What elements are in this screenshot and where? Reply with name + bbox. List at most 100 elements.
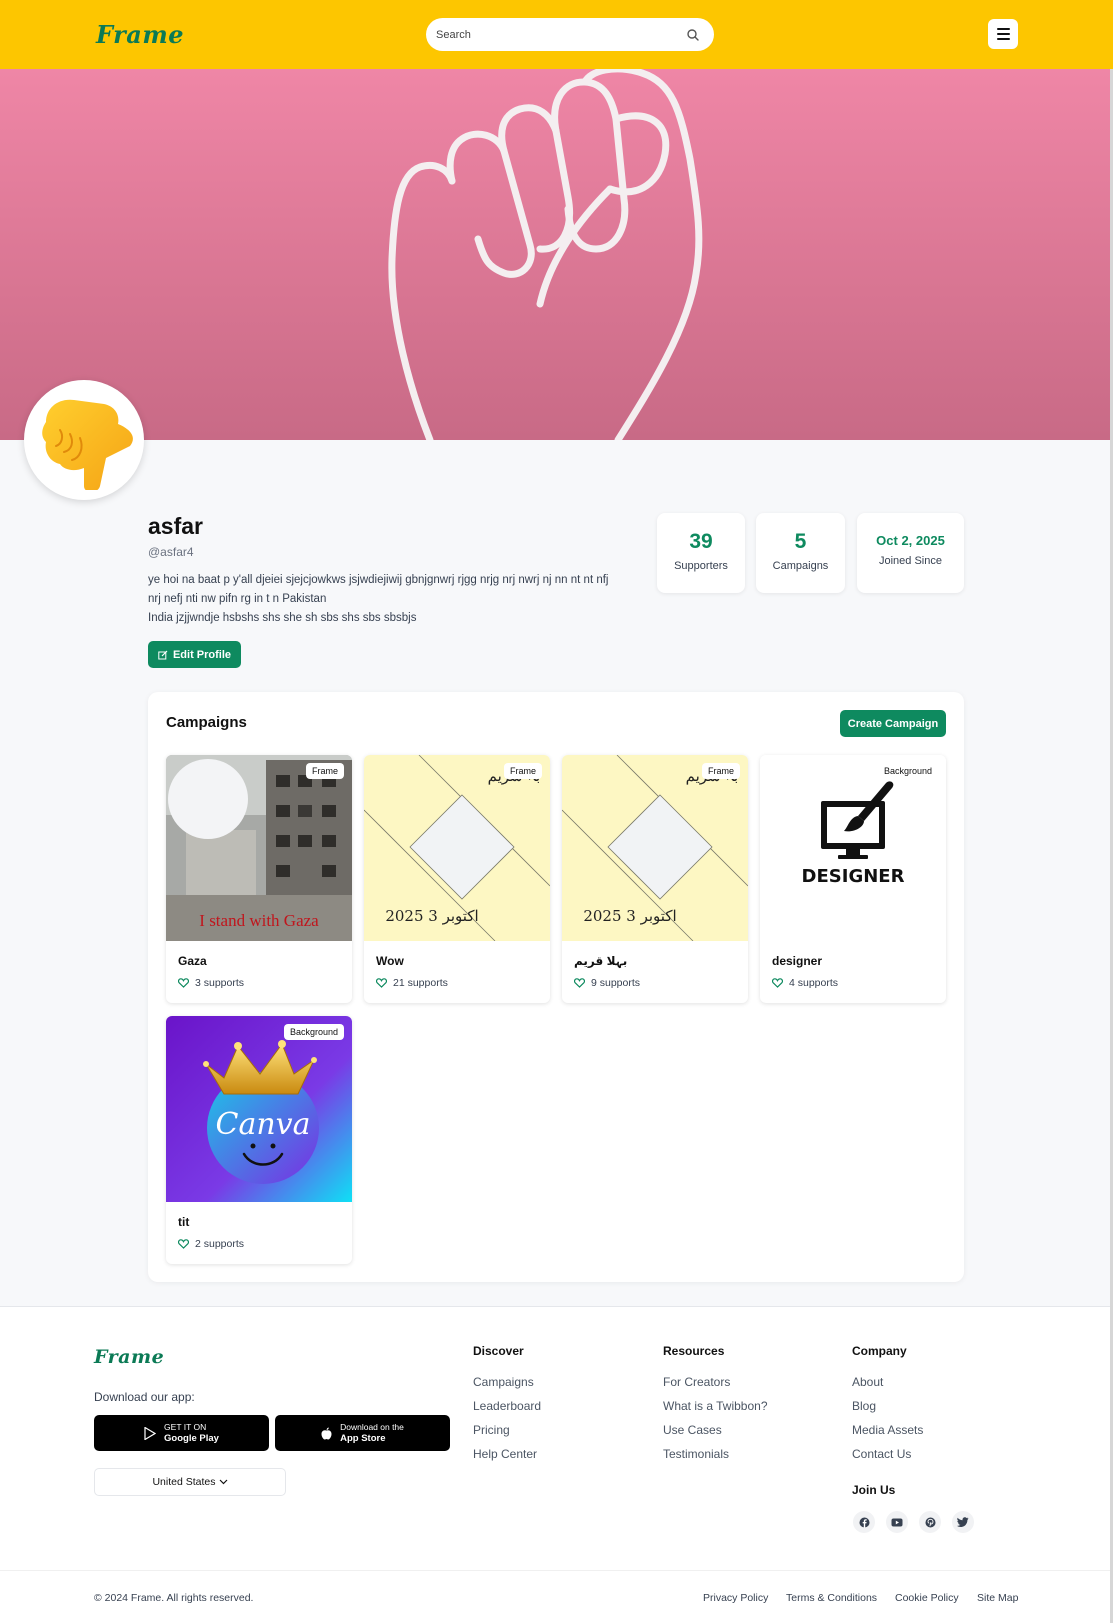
google-play-button[interactable]: GET IT ON Google Play xyxy=(94,1415,269,1451)
campaign-supports: 9 supports xyxy=(574,977,640,989)
designer-image-text: DESIGNER xyxy=(802,866,905,887)
campaign-thumbnail[interactable]: Canva xyxy=(166,1016,352,1202)
frame-date-text: 2025 3 اکتوبر xyxy=(385,907,478,925)
campaign-card[interactable]: DESIGNER Background designer 4 supports xyxy=(760,755,946,1003)
campaign-name: designer xyxy=(772,954,823,968)
campaign-type-badge: Background xyxy=(877,763,938,779)
edit-profile-label: Edit Profile xyxy=(172,648,232,661)
campaign-supports: 21 supports xyxy=(376,977,448,989)
youtube-icon[interactable] xyxy=(886,1511,908,1533)
campaign-card[interactable]: I stand with Gaza Frame Gaza 3 supports xyxy=(166,755,352,1003)
country-selector[interactable]: United States xyxy=(94,1468,286,1496)
campaign-supports: 2 supports xyxy=(178,1238,244,1250)
heart-icon xyxy=(178,1239,189,1249)
footer-link-media-assets[interactable]: Media Assets xyxy=(852,1423,923,1437)
footer-link-what-is-twibbon[interactable]: What is a Twibbon? xyxy=(663,1399,768,1413)
heart-icon xyxy=(376,978,387,988)
footer-site-map-link[interactable]: Site Map xyxy=(977,1592,1018,1604)
supports-count: 2 supports xyxy=(195,1238,245,1250)
campaign-supports: 3 supports xyxy=(178,977,244,989)
footer-join-heading: Join Us xyxy=(852,1483,896,1497)
bio-line: ye hoi na baat p y'all djeiei sjejcjowkw… xyxy=(148,574,609,586)
footer-cookie-policy-link[interactable]: Cookie Policy xyxy=(895,1592,959,1604)
facebook-icon[interactable] xyxy=(853,1511,875,1533)
footer-terms-link[interactable]: Terms & Conditions xyxy=(786,1592,877,1604)
profile-name: asfar xyxy=(148,513,203,539)
footer-link-pricing[interactable]: Pricing xyxy=(473,1423,510,1437)
stat-joined: Oct 2, 2025 Joined Since xyxy=(857,513,964,593)
twitter-icon[interactable] xyxy=(952,1511,974,1533)
campaigns-title: Campaigns xyxy=(166,714,247,731)
edit-profile-button[interactable]: Edit Profile xyxy=(148,641,241,668)
footer-link-campaigns[interactable]: Campaigns xyxy=(473,1375,534,1389)
create-campaign-button[interactable]: Create Campaign xyxy=(840,710,946,737)
footer-company-heading: Company xyxy=(852,1344,907,1358)
footer-link-for-creators[interactable]: For Creators xyxy=(663,1375,730,1389)
menu-icon-line xyxy=(996,28,1010,30)
designer-image: DESIGNER xyxy=(760,755,946,941)
profile-bio: ye hoi na baat p y'all djeiei sjejcjowkw… xyxy=(148,571,638,628)
stat-label: Supporters xyxy=(674,560,728,572)
store-big-text: Google Play xyxy=(164,1433,219,1444)
campaign-thumbnail[interactable]: DESIGNER xyxy=(760,755,946,941)
stat-value: Oct 2, 2025 xyxy=(876,533,945,548)
footer-privacy-policy-link[interactable]: Privacy Policy xyxy=(703,1592,768,1604)
supports-count: 9 supports xyxy=(591,977,641,989)
heart-icon xyxy=(574,978,585,988)
edit-icon xyxy=(158,650,168,659)
profile-avatar[interactable] xyxy=(24,380,144,500)
footer-logo[interactable]: Frame xyxy=(94,1346,164,1368)
supports-count: 3 supports xyxy=(195,977,245,989)
campaign-thumbnail[interactable]: I stand with Gaza xyxy=(166,755,352,941)
play-store-icon xyxy=(144,1426,157,1440)
profile-banner xyxy=(0,69,1113,440)
campaign-name: بہلا قریم xyxy=(574,954,628,968)
search-input[interactable] xyxy=(436,28,686,41)
campaign-card[interactable]: بہ شریم 2025 3 اکتوبر Frame Wow 21 suppo… xyxy=(364,755,550,1003)
campaign-card[interactable]: بہ شریم 2025 3 اکتوبر Frame بہلا قریم 9 … xyxy=(562,755,748,1003)
campaign-name: Gaza xyxy=(178,954,207,968)
hamburger-menu-button[interactable] xyxy=(988,19,1018,49)
campaign-type-badge: Frame xyxy=(503,763,542,779)
campaign-type-badge: Frame xyxy=(305,763,344,779)
download-app-label: Download our app: xyxy=(94,1390,195,1404)
footer-discover-heading: Discover xyxy=(473,1344,524,1358)
campaign-card[interactable]: Canva Background tit 2 supports xyxy=(166,1016,352,1264)
store-small-text: GET IT ON xyxy=(164,1422,207,1432)
bio-line: India jzjjwndje hsbshs shs she sh sbs sh… xyxy=(148,612,417,624)
campaign-thumbnail[interactable]: بہ شریم 2025 3 اکتوبر xyxy=(562,755,748,941)
frame-date-text: 2025 3 اکتوبر xyxy=(583,907,676,925)
campaign-name: tit xyxy=(178,1215,190,1229)
footer-link-about[interactable]: About xyxy=(852,1375,883,1389)
stat-value: 5 xyxy=(794,530,807,553)
footer-link-use-cases[interactable]: Use Cases xyxy=(663,1423,722,1437)
supports-count: 4 supports xyxy=(789,977,839,989)
campaign-type-badge: Frame xyxy=(701,763,740,779)
app-store-button[interactable]: Download on the App Store xyxy=(275,1415,450,1451)
campaign-type-badge: Background xyxy=(283,1024,344,1040)
campaign-name: Wow xyxy=(376,954,404,968)
header-logo[interactable]: Frame xyxy=(96,20,184,49)
pinterest-icon[interactable] xyxy=(919,1511,941,1533)
menu-icon-line xyxy=(996,38,1010,40)
campaign-thumbnail[interactable]: بہ شریم 2025 3 اکتوبر xyxy=(364,755,550,941)
store-small-text: Download on the xyxy=(340,1422,404,1432)
footer-link-testimonials[interactable]: Testimonials xyxy=(663,1447,729,1461)
frame-preview: بہ شریم 2025 3 اکتوبر xyxy=(364,755,550,941)
footer-link-contact-us[interactable]: Contact Us xyxy=(852,1447,911,1461)
search-icon[interactable] xyxy=(686,28,700,42)
footer-link-help-center[interactable]: Help Center xyxy=(473,1447,537,1461)
frame-preview: بہ شریم 2025 3 اکتوبر xyxy=(562,755,748,941)
country-selected-value: United States xyxy=(152,1476,216,1488)
search-bar[interactable] xyxy=(426,18,714,51)
copyright-text: © 2024 Frame. All rights reserved. xyxy=(94,1592,254,1604)
gaza-photo: I stand with Gaza xyxy=(166,755,352,941)
footer-resources-heading: Resources xyxy=(663,1344,725,1358)
stat-supporters: 39 Supporters xyxy=(657,513,745,593)
stat-campaigns: 5 Campaigns xyxy=(756,513,845,593)
supports-count: 21 supports xyxy=(393,977,448,989)
footer-link-leaderboard[interactable]: Leaderboard xyxy=(473,1399,541,1413)
stat-label: Campaigns xyxy=(772,560,829,572)
footer-link-blog[interactable]: Blog xyxy=(852,1399,876,1413)
heart-icon xyxy=(178,978,189,988)
